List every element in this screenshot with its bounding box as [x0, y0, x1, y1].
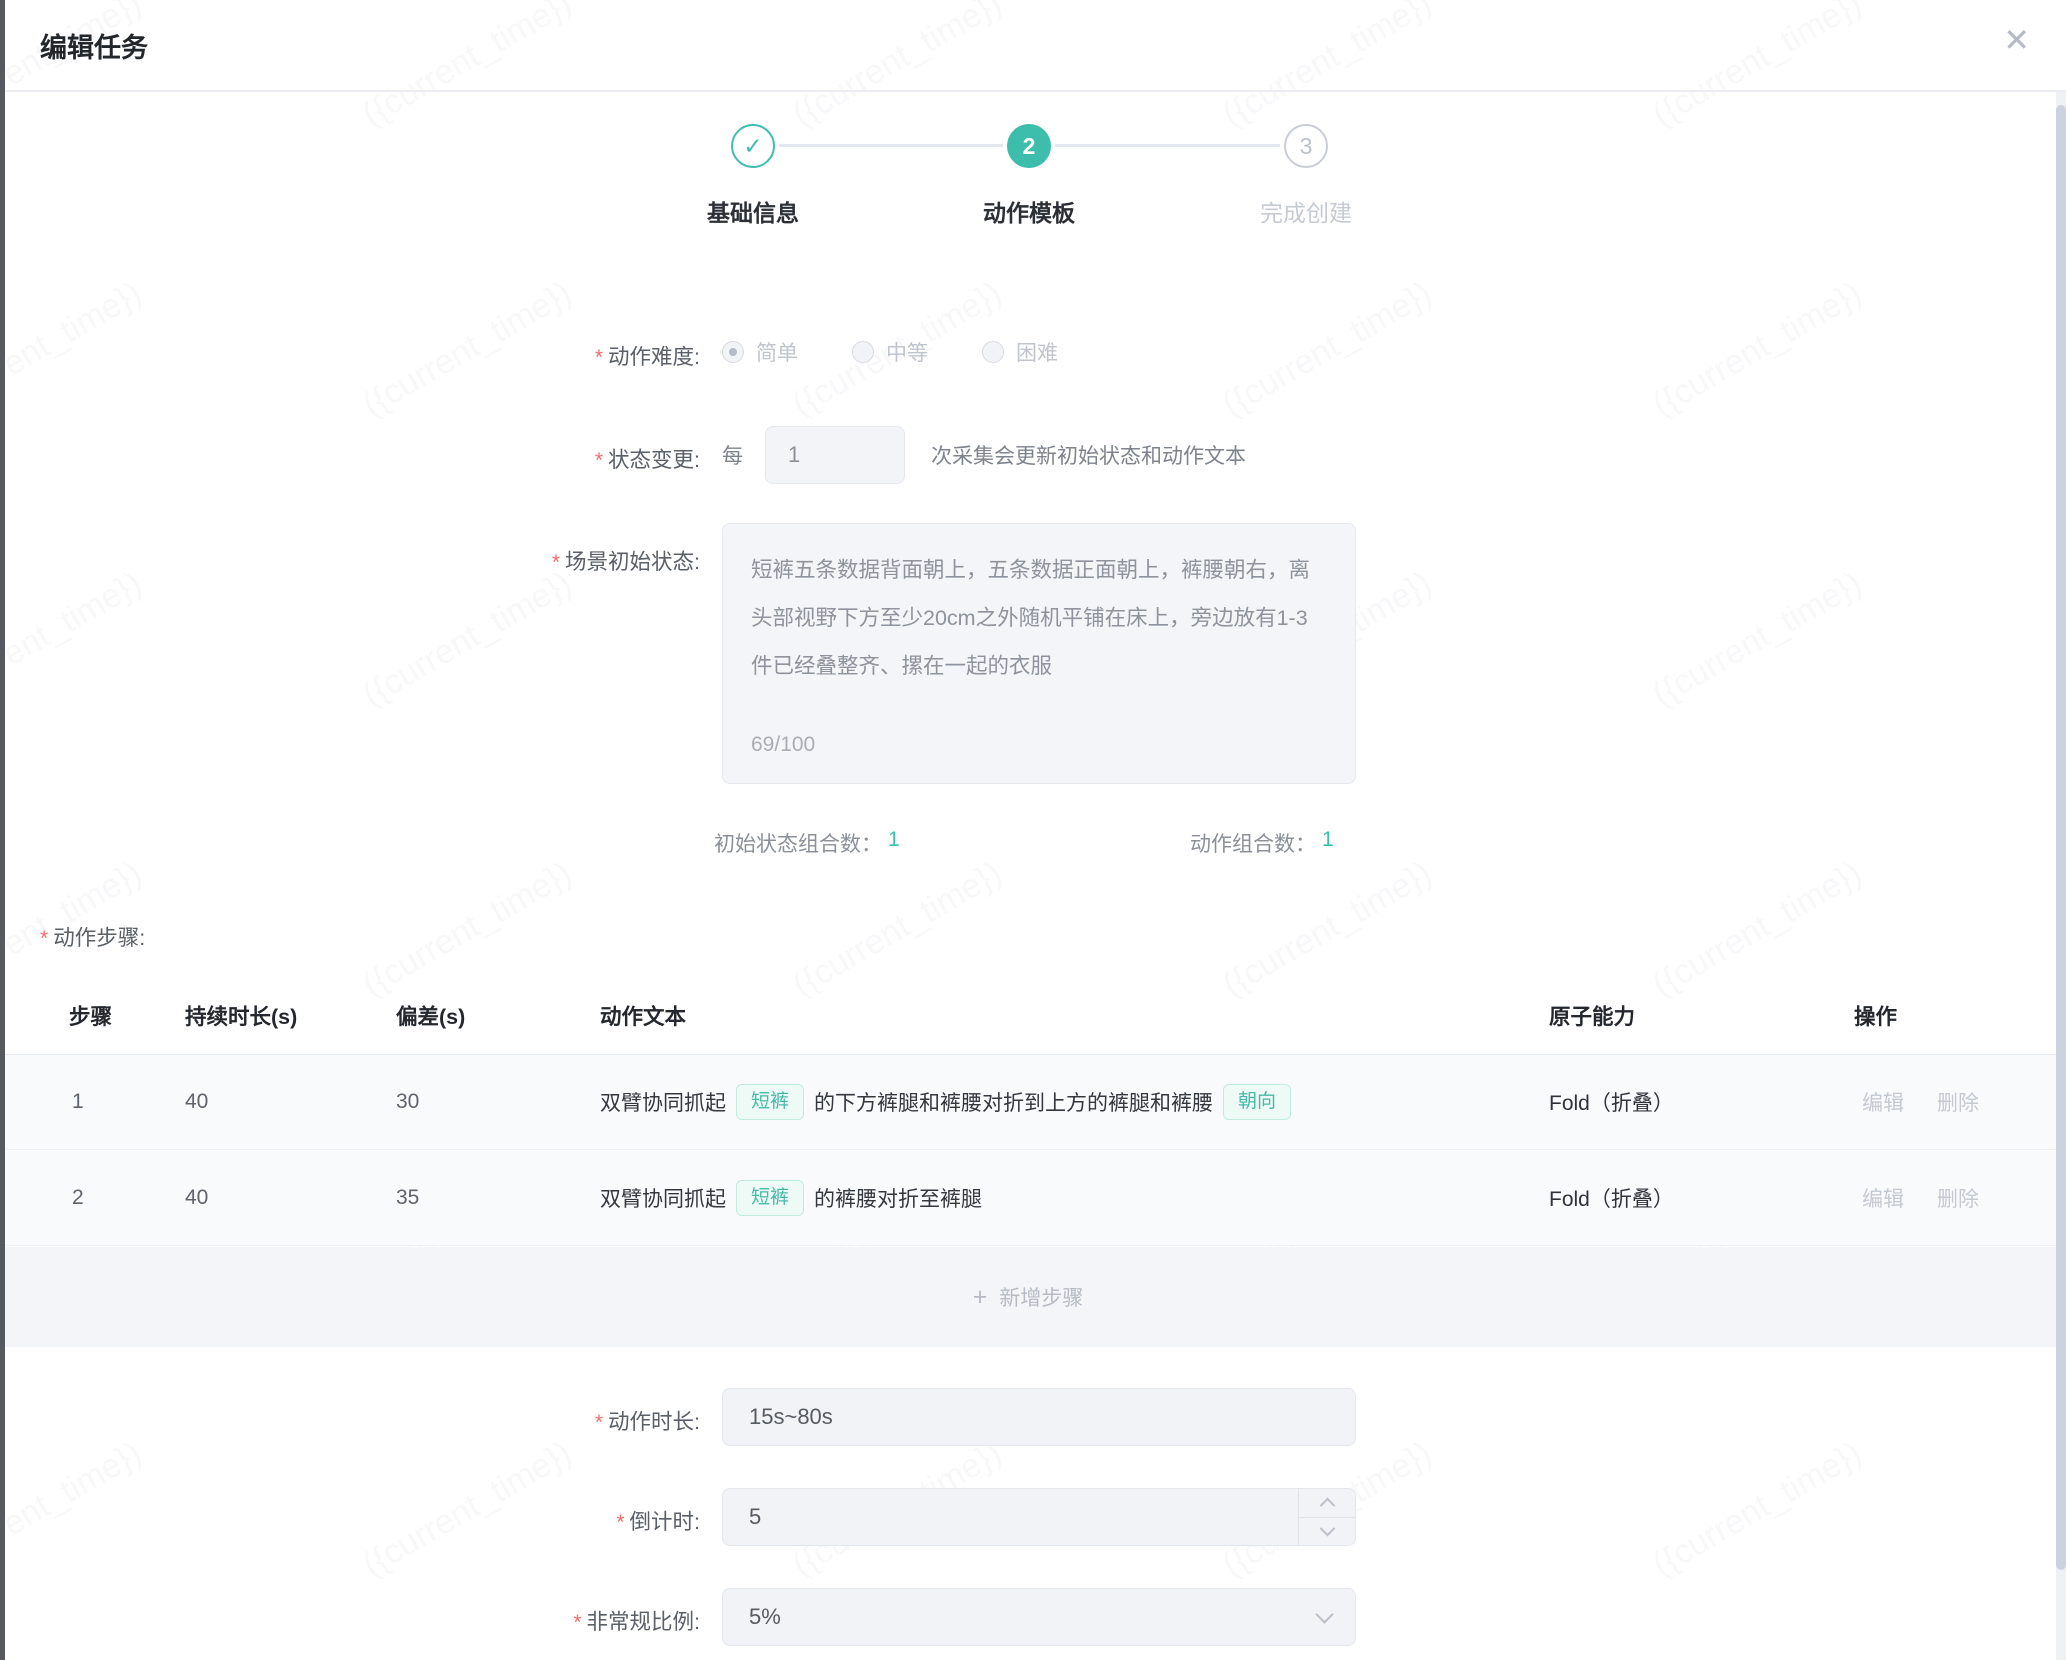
state-change-suffix: 次采集会更新初始状态和动作文本 [931, 440, 1246, 470]
cell-ability: Fold（折叠） [1549, 1183, 1674, 1213]
char-counter: 69/100 [751, 721, 815, 769]
delete-row-button[interactable]: 删除 [1937, 1087, 1979, 1117]
plus-icon: + [973, 1283, 988, 1312]
cell-step: 2 [72, 1186, 84, 1210]
col-header-actions: 操作 [1854, 1000, 1897, 1031]
required-mark: * [595, 449, 603, 472]
step-1-circle: ✓ [731, 124, 775, 168]
radio-label: 困难 [1016, 337, 1058, 367]
stepper-line [1055, 144, 1280, 147]
cell-deviation: 35 [396, 1186, 419, 1210]
difficulty-radio-group: 简单 中等 困难 [722, 337, 1058, 367]
radio-icon [982, 341, 1004, 363]
decrease-button[interactable] [1299, 1517, 1355, 1546]
chevron-down-icon [1315, 1605, 1333, 1623]
cell-ability: Fold（折叠） [1549, 1087, 1674, 1117]
required-mark: * [552, 551, 560, 574]
scrollbar-thumb[interactable] [2056, 105, 2066, 1570]
action-duration-value: 15s~80s [749, 1404, 833, 1430]
close-icon[interactable]: ✕ [2003, 24, 2030, 56]
action-combo-count: 动作组合数： 1 [1190, 828, 1334, 858]
delete-row-button[interactable]: 删除 [1937, 1183, 1979, 1213]
step-3-circle: 3 [1284, 124, 1328, 168]
table-row: 2 40 35 双臂协同抓起 短裤 的裤腰对折至裤腿 Fold（折叠） 编辑 删… [0, 1151, 2056, 1246]
chevron-down-icon [1319, 1521, 1335, 1537]
radio-label: 中等 [886, 337, 928, 367]
page-edge [0, 0, 5, 1660]
cell-duration: 40 [185, 1090, 208, 1114]
object-tag: 短裤 [736, 1180, 804, 1216]
cell-deviation: 30 [396, 1090, 419, 1114]
increase-button[interactable] [1299, 1489, 1355, 1517]
object-tag: 短裤 [736, 1084, 804, 1120]
radio-icon [852, 341, 874, 363]
edit-row-button[interactable]: 编辑 [1862, 1183, 1904, 1213]
radio-selected-icon [722, 341, 744, 363]
orientation-tag: 朝向 [1223, 1084, 1291, 1120]
initial-state-text: 短裤五条数据背面朝上，五条数据正面朝上，裤腰朝右，离头部视野下方至少20cm之外… [751, 558, 1310, 678]
col-header-action-text: 动作文本 [600, 1000, 686, 1031]
unusual-ratio-label: *非常规比例: [0, 1605, 700, 1636]
add-step-button[interactable]: + 新增步骤 [0, 1247, 2056, 1347]
required-mark: * [616, 1511, 624, 1534]
step-2-circle: 2 [1007, 124, 1051, 168]
cell-duration: 40 [185, 1186, 208, 1210]
state-change-input[interactable]: 1 [765, 426, 905, 484]
stepper-line [779, 144, 1003, 147]
action-steps-label: *动作步骤: [40, 921, 145, 952]
countdown-value: 5 [749, 1504, 761, 1530]
radio-label: 简单 [756, 337, 798, 367]
radio-option-medium[interactable]: 中等 [852, 337, 928, 367]
dialog-title: 编辑任务 [40, 26, 148, 65]
difficulty-label: *动作难度: [0, 340, 700, 371]
required-mark: * [595, 1411, 603, 1434]
cell-action-text: 双臂协同抓起 短裤 的下方裤腿和裤腰对折到上方的裤腿和裤腰 朝向 [600, 1055, 1291, 1149]
number-spinner [1298, 1489, 1355, 1545]
step-3-label: 完成创建 [1196, 194, 1416, 228]
step-1-label: 基础信息 [643, 194, 863, 228]
state-change-label: *状态变更: [0, 443, 700, 474]
action-duration-input[interactable]: 15s~80s [722, 1388, 1356, 1446]
state-change-prefix: 每 [722, 440, 743, 470]
col-header-ability: 原子能力 [1549, 1000, 1635, 1031]
add-step-label: 新增步骤 [999, 1282, 1083, 1312]
countdown-input[interactable]: 5 [722, 1488, 1356, 1546]
edit-row-button[interactable]: 编辑 [1862, 1087, 1904, 1117]
state-change-row: 每 1 次采集会更新初始状态和动作文本 [722, 426, 1246, 484]
required-mark: * [595, 346, 603, 369]
initial-state-textarea[interactable]: 短裤五条数据背面朝上，五条数据正面朝上，裤腰朝右，离头部视野下方至少20cm之外… [722, 523, 1356, 784]
initial-combo-label: 初始状态组合数： [714, 828, 882, 858]
col-header-duration: 持续时长(s) [185, 1000, 297, 1031]
initial-state-label: *场景初始状态: [0, 545, 700, 576]
unusual-ratio-select[interactable]: 5% [722, 1588, 1356, 1646]
step-2-label: 动作模板 [919, 194, 1139, 228]
cell-action-text: 双臂协同抓起 短裤 的裤腰对折至裤腿 [600, 1151, 982, 1245]
action-duration-label: *动作时长: [0, 1405, 700, 1436]
edit-task-dialog: ({current_time})({current_time})({curren… [0, 0, 2066, 1660]
required-mark: * [573, 1611, 581, 1634]
chevron-up-icon [1319, 1498, 1335, 1514]
radio-option-hard[interactable]: 困难 [982, 337, 1058, 367]
required-mark: * [40, 927, 48, 950]
action-combo-value: 1 [1322, 828, 1334, 858]
action-combo-label: 动作组合数： [1190, 828, 1316, 858]
countdown-label: *倒计时: [0, 1505, 700, 1536]
dialog-header: 编辑任务 ✕ [0, 0, 2066, 92]
col-header-deviation: 偏差(s) [396, 1000, 465, 1031]
initial-combo-count: 初始状态组合数： 1 [714, 828, 900, 858]
check-icon: ✓ [743, 133, 762, 160]
initial-combo-value: 1 [888, 828, 900, 858]
col-header-step: 步骤 [69, 1000, 112, 1031]
unusual-ratio-value: 5% [749, 1604, 781, 1630]
table-row: 1 40 30 双臂协同抓起 短裤 的下方裤腿和裤腰对折到上方的裤腿和裤腰 朝向… [0, 1055, 2056, 1150]
radio-option-easy[interactable]: 简单 [722, 337, 798, 367]
cell-step: 1 [72, 1090, 84, 1114]
